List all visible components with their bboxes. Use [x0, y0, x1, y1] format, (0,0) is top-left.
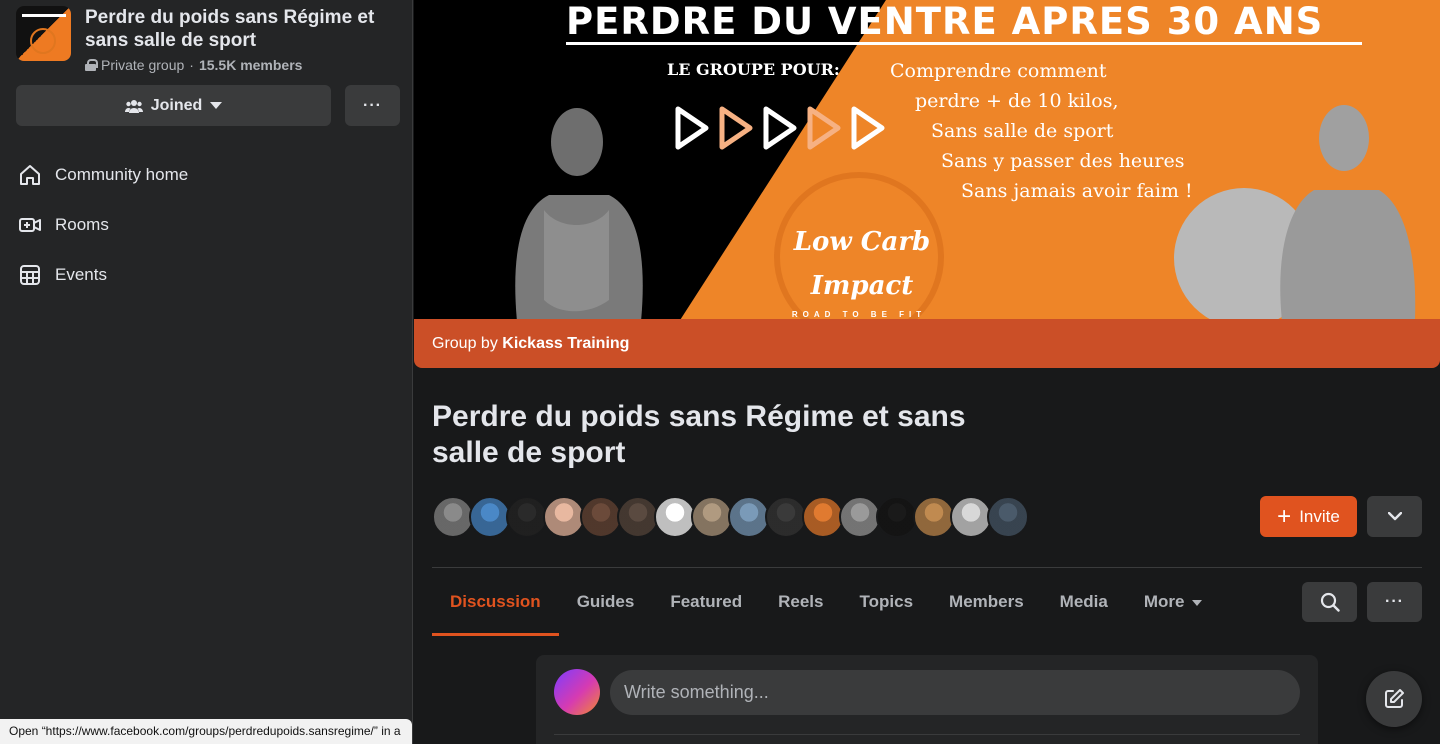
sidebar-item-label: Rooms	[55, 215, 109, 234]
group-tabs: Discussion Guides Featured Reels Topics …	[432, 568, 1220, 636]
divider	[554, 734, 1300, 735]
group-meta: Perdre du poids sans Régime et sans sall…	[85, 6, 385, 73]
people-icon	[124, 99, 143, 113]
sidebar-item-rooms[interactable]: Rooms	[16, 200, 396, 250]
member-avatars[interactable]	[432, 496, 1029, 538]
member-avatar[interactable]	[765, 496, 807, 538]
sidebar-item-events[interactable]: Events	[16, 250, 396, 300]
group-thumbnail[interactable]	[16, 6, 71, 61]
group-name[interactable]: Perdre du poids sans Régime et sans sall…	[85, 6, 385, 52]
cover-photo[interactable]: PERDRE DU VENTRE APRES 30 ANS LE GROUPE …	[414, 0, 1440, 319]
group-owner-link[interactable]: Kickass Training	[502, 335, 629, 352]
page-title: Perdre du poids sans Régime et sans sall…	[432, 400, 966, 469]
logo-line: Low Carb	[793, 227, 931, 257]
logo-text: Low Carb Impact	[792, 220, 932, 308]
group-privacy: Private group	[101, 57, 185, 73]
member-avatar[interactable]	[432, 496, 474, 538]
search-button[interactable]	[1302, 582, 1357, 622]
lock-icon	[85, 59, 98, 71]
play-arrow-icon	[719, 106, 753, 150]
sidebar-nav: Community home Rooms Events	[16, 150, 396, 300]
compose-icon	[1385, 689, 1404, 708]
cover-lead: LE GROUPE POUR:	[667, 60, 840, 79]
tab-topics[interactable]: Topics	[842, 568, 932, 636]
member-count[interactable]: 15.5K members	[199, 57, 303, 73]
separator: ·	[189, 57, 194, 73]
joined-button[interactable]: Joined	[16, 85, 331, 126]
play-arrow-icon	[763, 106, 797, 150]
tab-discussion[interactable]: Discussion	[432, 568, 559, 636]
sidebar-item-label: Community home	[55, 165, 189, 184]
tab-featured[interactable]: Featured	[652, 568, 760, 636]
joined-label: Joined	[150, 96, 203, 114]
group-more-button[interactable]: ···	[345, 85, 400, 126]
member-avatar[interactable]	[506, 496, 548, 538]
tab-guides[interactable]: Guides	[559, 568, 653, 636]
person-photo-left	[515, 108, 643, 319]
calendar-icon	[16, 261, 44, 289]
logo-line: Impact	[810, 271, 914, 301]
member-avatar[interactable]	[469, 496, 511, 538]
caret-down-icon	[210, 101, 223, 109]
tabs-more-button[interactable]: ···	[1367, 582, 1422, 622]
cover-list: Comprendre comment perdre + de 10 kilos,…	[890, 56, 1193, 206]
search-icon	[1320, 592, 1340, 612]
chevron-down-icon	[1387, 512, 1402, 521]
cover-list-item: Sans salle de sport	[931, 120, 1114, 142]
cover-list-item: Sans jamais avoir faim !	[961, 180, 1193, 202]
main-content: PERDRE DU VENTRE APRES 30 ANS LE GROUPE …	[414, 0, 1440, 744]
cover-arrows	[672, 105, 886, 151]
cover-list-item: Sans y passer des heures	[941, 150, 1185, 172]
post-composer: Write something...	[536, 655, 1318, 744]
group-header[interactable]: Perdre du poids sans Régime et sans sall…	[16, 6, 385, 73]
expand-button[interactable]	[1367, 496, 1422, 537]
write-something-input[interactable]: Write something...	[610, 670, 1300, 715]
member-avatar[interactable]	[802, 496, 844, 538]
cover-list-item: perdre + de 10 kilos,	[915, 90, 1119, 112]
sidebar-item-community-home[interactable]: Community home	[16, 150, 396, 200]
member-avatar[interactable]	[987, 496, 1029, 538]
member-avatar[interactable]	[691, 496, 733, 538]
member-avatar[interactable]	[876, 496, 918, 538]
member-avatar[interactable]	[654, 496, 696, 538]
cover-title: PERDRE DU VENTRE APRES 30 ANS	[566, 0, 1324, 43]
play-arrow-icon	[807, 106, 841, 150]
group-by-prefix: Group by	[432, 335, 498, 352]
cover-underline	[566, 42, 1362, 45]
member-avatar[interactable]	[950, 496, 992, 538]
plus-icon: +	[1277, 502, 1292, 530]
home-icon	[16, 161, 44, 189]
new-message-button[interactable]	[1366, 671, 1422, 727]
tab-more[interactable]: More	[1126, 568, 1221, 636]
play-arrow-icon	[851, 106, 885, 150]
invite-button[interactable]: + Invite	[1260, 496, 1357, 537]
member-avatar[interactable]	[617, 496, 659, 538]
member-avatar[interactable]	[580, 496, 622, 538]
member-avatar[interactable]	[839, 496, 881, 538]
member-avatar[interactable]	[913, 496, 955, 538]
tab-reels[interactable]: Reels	[760, 568, 841, 636]
member-avatar[interactable]	[728, 496, 770, 538]
person-photo-right	[1174, 105, 1416, 319]
sidebar: Perdre du poids sans Régime et sans sall…	[0, 0, 413, 744]
video-plus-icon	[16, 211, 44, 239]
tab-members[interactable]: Members	[931, 568, 1042, 636]
group-subtitle: Private group · 15.5K members	[85, 57, 385, 73]
logo-subtitle: ROAD TO BE FIT	[791, 310, 927, 319]
tab-media[interactable]: Media	[1042, 568, 1126, 636]
status-bar-url: Open “https://www.facebook.com/groups/pe…	[0, 719, 412, 744]
tab-more-label: More	[1143, 592, 1185, 611]
play-arrow-icon	[675, 106, 709, 150]
member-avatar[interactable]	[543, 496, 585, 538]
invite-label: Invite	[1299, 506, 1340, 526]
group-by-bar: Group by Kickass Training	[414, 319, 1440, 368]
sidebar-item-label: Events	[55, 265, 107, 284]
caret-down-icon	[1192, 599, 1203, 606]
avatar[interactable]	[554, 669, 600, 715]
cover-list-item: Comprendre comment	[890, 60, 1107, 82]
